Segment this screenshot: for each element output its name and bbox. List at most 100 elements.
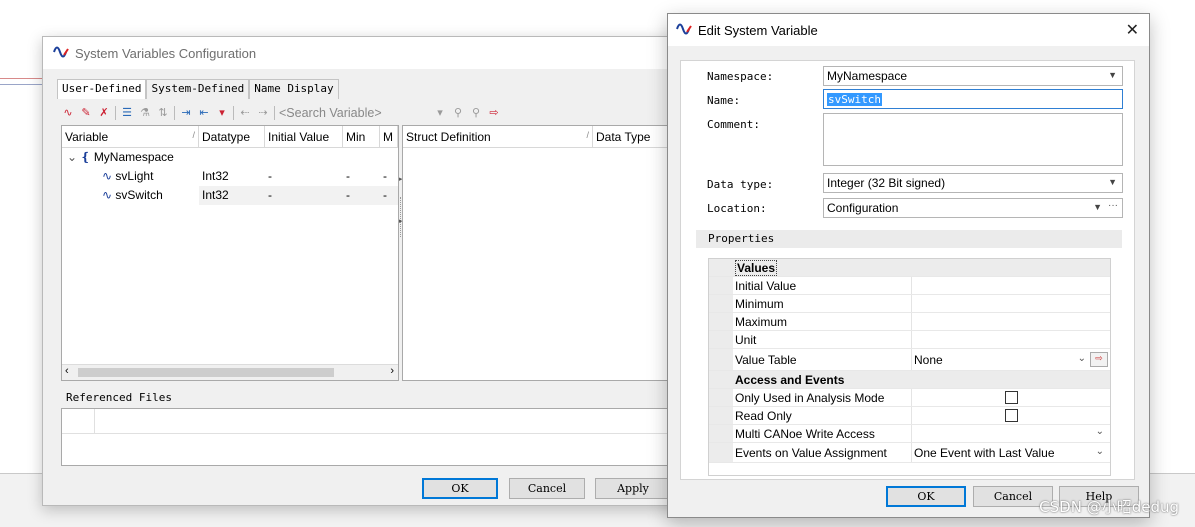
list-icon[interactable]: ☰	[120, 106, 134, 120]
apply-button[interactable]: Apply	[595, 478, 671, 499]
find-icon[interactable]: ⚲	[451, 106, 465, 120]
cancel-button[interactable]: Cancel	[509, 478, 585, 499]
forward-icon[interactable]: ⇢	[256, 106, 270, 120]
property-row-maximum[interactable]: Maximum	[709, 313, 1110, 331]
toolbar-separator	[233, 106, 234, 120]
min-cell: -	[346, 188, 350, 202]
property-row-multi-canoe-write-access[interactable]: Multi CANoe Write Access ⌄	[709, 425, 1110, 443]
sysvar-icon: ∿	[102, 169, 113, 183]
chevron-down-icon[interactable]: ⌄	[1096, 446, 1104, 457]
location-label: Location:	[707, 202, 767, 215]
column-header-variable[interactable]: Variable /	[62, 126, 199, 147]
export-icon[interactable]: ⇤	[197, 106, 211, 120]
grid-header: Variable / Datatype Initial Value Min M	[62, 126, 398, 148]
namespace-icon: ❴	[80, 150, 91, 164]
import-icon[interactable]: ⇥	[179, 106, 193, 120]
toolbar: ∿ ✎ ✗ ☰ ⚗ ⇅ ⇥ ⇤ ▾ ⇠ ⇢ <Search Variable> …	[61, 103, 501, 123]
horizontal-scrollbar[interactable]: ‹ ›	[62, 364, 398, 380]
namespace-label: Namespace:	[707, 70, 774, 83]
property-row-only-used-in-analysis-mode[interactable]: Only Used in Analysis Mode	[709, 389, 1110, 407]
ok-button[interactable]: OK	[422, 478, 498, 499]
table-row[interactable]: ∿ svLight Int32 - - -	[62, 167, 398, 186]
tree-namespace-row[interactable]: ⌄ ❴ MyNamespace	[62, 148, 398, 167]
comment-textarea[interactable]	[823, 113, 1123, 166]
scroll-left-icon[interactable]: ‹	[65, 365, 69, 377]
properties-grid[interactable]: Values Initial Value Minimum Maximum Uni…	[708, 258, 1111, 476]
namespace-label: MyNamespace	[93, 150, 174, 164]
property-label: Minimum	[735, 297, 784, 311]
property-label: Maximum	[735, 315, 788, 329]
tab-system-defined[interactable]: System-Defined	[146, 79, 250, 99]
category-values[interactable]: Values	[709, 259, 1110, 277]
collapse-chevron-icon[interactable]: ⌄	[67, 150, 77, 164]
tab-bar: User-Defined System-Defined Name Display	[57, 79, 339, 99]
referenced-files-list[interactable]	[61, 408, 693, 466]
variable-name: svSwitch	[115, 188, 163, 202]
property-value: None	[914, 353, 943, 367]
location-select[interactable]: Configuration ▼ ···	[823, 198, 1123, 218]
referenced-files-label: Referenced Files	[66, 391, 172, 404]
options-dropdown-icon[interactable]: ▾	[215, 106, 229, 120]
column-header-initial-value[interactable]: Initial Value	[265, 126, 343, 147]
comment-label: Comment:	[707, 118, 760, 131]
toolbar-separator	[274, 106, 275, 120]
close-icon[interactable]: ✕	[1126, 20, 1139, 40]
read-only-checkbox[interactable]	[1005, 409, 1018, 422]
category-label: Access and Events	[735, 373, 845, 387]
edit-system-variable-dialog: Edit System Variable ✕ Namespace: MyName…	[667, 13, 1150, 518]
sysvar-wave-icon	[676, 23, 692, 38]
sort-icon[interactable]: ⇅	[156, 106, 170, 120]
table-row[interactable]: ∿ svSwitch Int32 - - -	[62, 186, 398, 205]
watermark: CSDN @小昭dedug	[1039, 498, 1179, 516]
location-more-button[interactable]: ···	[1108, 200, 1118, 211]
struct-definition-grid[interactable]: Struct Definition / Data Type	[402, 125, 692, 381]
property-row-unit[interactable]: Unit	[709, 331, 1110, 349]
tab-name-display[interactable]: Name Display	[249, 79, 339, 99]
variables-grid[interactable]: Variable / Datatype Initial Value Min M ⌄…	[61, 125, 399, 381]
variable-cell: ∿ svSwitch	[62, 186, 199, 205]
scrollbar-thumb[interactable]	[78, 368, 334, 377]
property-row-read-only[interactable]: Read Only	[709, 407, 1110, 425]
goto-value-table-icon[interactable]: ⇨	[1090, 352, 1108, 367]
search-variable-input[interactable]: <Search Variable>	[279, 106, 429, 120]
find-next-icon[interactable]: ⚲	[469, 106, 483, 120]
namespace-value: MyNamespace	[827, 69, 908, 83]
tab-user-defined[interactable]: User-Defined	[57, 79, 147, 99]
datatype-cell: Int32	[202, 188, 229, 202]
chevron-down-icon[interactable]: ⌄	[1096, 426, 1104, 437]
dialog-titlebar: Edit System Variable ✕	[668, 14, 1149, 46]
name-field[interactable]: svSwitch	[823, 89, 1123, 109]
ok-button[interactable]: OK	[886, 486, 966, 507]
divider	[0, 84, 44, 85]
property-row-minimum[interactable]: Minimum	[709, 295, 1110, 313]
back-icon[interactable]: ⇠	[238, 106, 252, 120]
dialog-title: Edit System Variable	[698, 22, 818, 38]
name-label: Name:	[707, 94, 741, 107]
edit-variable-icon[interactable]: ✎	[79, 106, 93, 120]
column-header-datatype[interactable]: Datatype	[199, 126, 265, 147]
chevron-down-icon: ▼	[1108, 177, 1117, 187]
analysis-mode-checkbox[interactable]	[1005, 391, 1018, 404]
data-type-select[interactable]: Integer (32 Bit signed) ▼	[823, 173, 1123, 193]
new-variable-icon[interactable]: ∿	[61, 106, 75, 120]
search-dropdown-icon[interactable]: ▾	[433, 106, 447, 120]
delete-variable-icon[interactable]: ✗	[97, 106, 111, 120]
data-type-value: Integer (32 Bit signed)	[827, 176, 946, 190]
grid-header: Struct Definition / Data Type	[403, 126, 691, 148]
scroll-right-icon[interactable]: ›	[390, 365, 394, 377]
goto-icon[interactable]: ⇨	[487, 106, 501, 120]
divider	[0, 78, 44, 79]
sysvar-icon: ∿	[102, 188, 113, 202]
column-header-max[interactable]: M	[380, 126, 398, 147]
chevron-down-icon[interactable]: ⌄	[1078, 353, 1086, 364]
property-row-value-table[interactable]: Value Table None ⌄ ⇨	[709, 349, 1110, 371]
filter-icon[interactable]: ⚗	[138, 106, 152, 120]
property-row-events-on-value-assignment[interactable]: Events on Value Assignment One Event wit…	[709, 443, 1110, 463]
namespace-cell: ⌄ ❴ MyNamespace	[62, 148, 199, 167]
category-access-and-events[interactable]: Access and Events	[709, 371, 1110, 389]
column-header-struct-definition[interactable]: Struct Definition /	[403, 126, 593, 147]
property-label: Unit	[735, 333, 757, 347]
column-header-min[interactable]: Min	[343, 126, 380, 147]
property-row-initial-value[interactable]: Initial Value	[709, 277, 1110, 295]
namespace-select[interactable]: MyNamespace ▼	[823, 66, 1123, 86]
